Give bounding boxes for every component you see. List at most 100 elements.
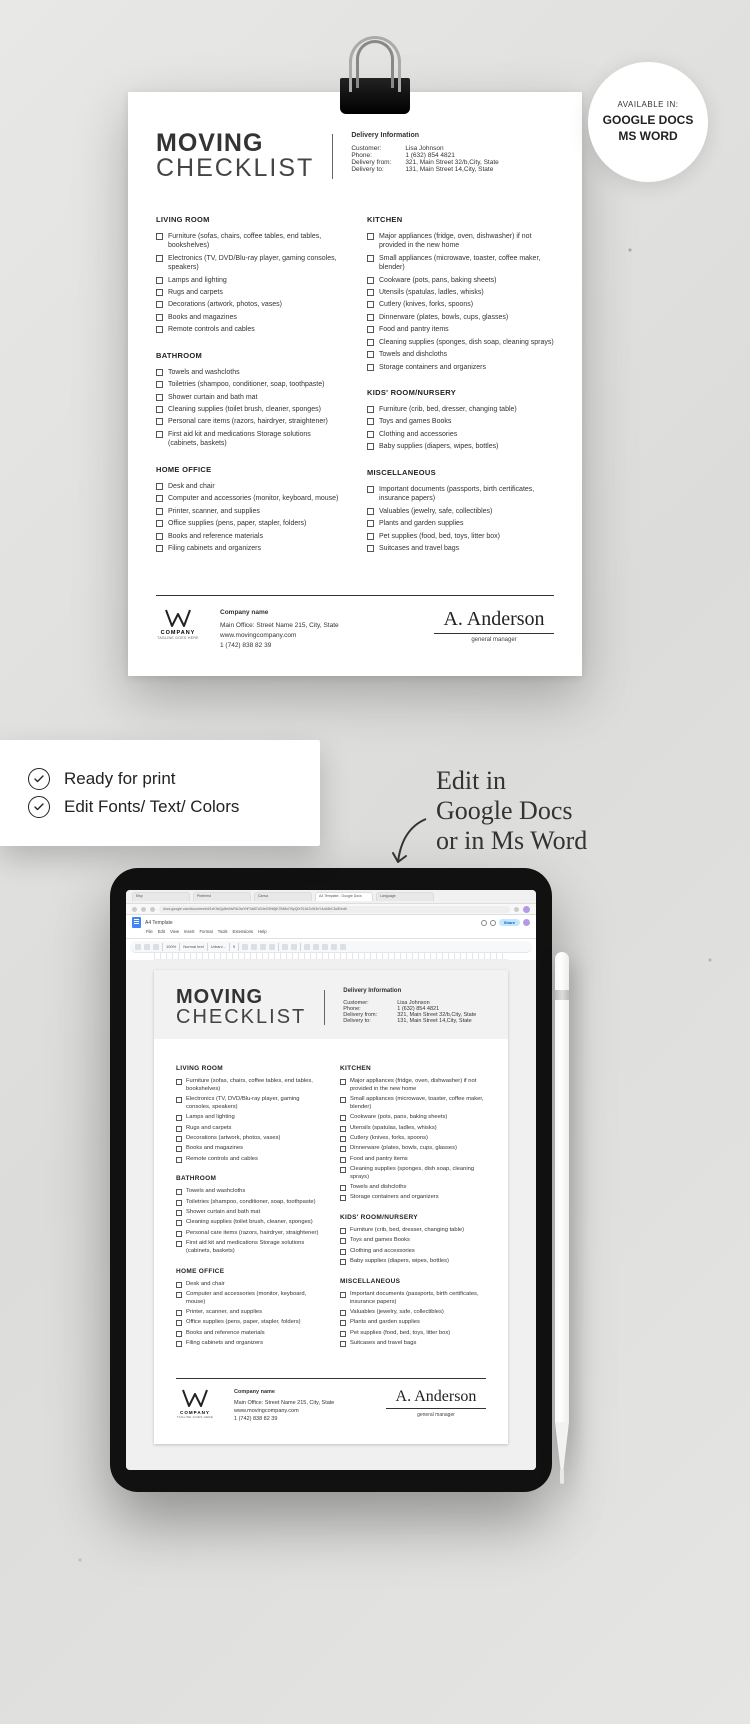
- profile-avatar[interactable]: [523, 906, 530, 913]
- checkbox-icon[interactable]: [176, 1220, 182, 1226]
- align-icon[interactable]: [304, 944, 310, 950]
- checkbox-icon[interactable]: [176, 1189, 182, 1195]
- checkbox-icon[interactable]: [176, 1200, 182, 1206]
- checkbox-icon[interactable]: [367, 520, 374, 527]
- checkbox-icon[interactable]: [367, 533, 374, 540]
- menu-item[interactable]: View: [170, 929, 179, 934]
- checkbox-icon[interactable]: [176, 1146, 182, 1152]
- checkbox-icon[interactable]: [340, 1185, 346, 1191]
- indent-icon[interactable]: [340, 944, 346, 950]
- checkbox-icon[interactable]: [156, 369, 163, 376]
- docs-toolbar[interactable]: 100% Normal text Urbani... 9: [130, 941, 532, 953]
- checkbox-icon[interactable]: [340, 1249, 346, 1255]
- menu-item[interactable]: Format: [199, 929, 212, 934]
- checkbox-icon[interactable]: [176, 1331, 182, 1337]
- font-select[interactable]: Urbani...: [211, 944, 226, 949]
- underline-icon[interactable]: [260, 944, 266, 950]
- print-icon[interactable]: [153, 944, 159, 950]
- checkbox-icon[interactable]: [176, 1231, 182, 1237]
- checkbox-icon[interactable]: [156, 314, 163, 321]
- checkbox-icon[interactable]: [367, 486, 374, 493]
- checkbox-icon[interactable]: [176, 1115, 182, 1121]
- undo-icon[interactable]: [135, 944, 141, 950]
- checkbox-icon[interactable]: [367, 431, 374, 438]
- link-icon[interactable]: [282, 944, 288, 950]
- checkbox-icon[interactable]: [367, 326, 374, 333]
- font-size[interactable]: 9: [233, 944, 235, 949]
- checkbox-icon[interactable]: [156, 301, 163, 308]
- user-avatar[interactable]: [523, 919, 530, 926]
- checkbox-icon[interactable]: [367, 289, 374, 296]
- checkbox-icon[interactable]: [156, 483, 163, 490]
- checkbox-icon[interactable]: [156, 233, 163, 240]
- checkbox-icon[interactable]: [176, 1241, 182, 1247]
- checkbox-icon[interactable]: [340, 1292, 346, 1298]
- checkbox-icon[interactable]: [156, 508, 163, 515]
- checkbox-icon[interactable]: [340, 1259, 346, 1265]
- checkbox-icon[interactable]: [156, 418, 163, 425]
- google-docs-icon[interactable]: [132, 917, 141, 928]
- docs-ruler[interactable]: [154, 953, 508, 960]
- checkbox-icon[interactable]: [340, 1320, 346, 1326]
- checkbox-icon[interactable]: [156, 533, 163, 540]
- checkbox-icon[interactable]: [156, 277, 163, 284]
- checkbox-icon[interactable]: [176, 1136, 182, 1142]
- image-icon[interactable]: [291, 944, 297, 950]
- menu-item[interactable]: Edit: [158, 929, 165, 934]
- checkbox-icon[interactable]: [156, 394, 163, 401]
- checkbox-icon[interactable]: [340, 1310, 346, 1316]
- checkbox-icon[interactable]: [156, 495, 163, 502]
- browser-tab-bar[interactable]: Etsy Pinterest Canva A4 Template - Googl…: [126, 890, 536, 904]
- checkbox-icon[interactable]: [367, 314, 374, 321]
- checkbox-icon[interactable]: [367, 545, 374, 552]
- checkbox-icon[interactable]: [367, 351, 374, 358]
- checkbox-icon[interactable]: [367, 233, 374, 240]
- docs-canvas[interactable]: MOVINGCHECKLISTDelivery InformationCusto…: [126, 960, 536, 1470]
- list-icon[interactable]: [322, 944, 328, 950]
- browser-tab[interactable]: Pinterest: [193, 892, 251, 901]
- checkbox-icon[interactable]: [156, 431, 163, 438]
- browser-url-bar[interactable]: docs.google.com/document/d/1xK9zQp8mNvRt…: [126, 904, 536, 915]
- checkbox-icon[interactable]: [340, 1146, 346, 1152]
- checkbox-icon[interactable]: [176, 1310, 182, 1316]
- checkbox-icon[interactable]: [367, 301, 374, 308]
- checkbox-icon[interactable]: [367, 339, 374, 346]
- italic-icon[interactable]: [251, 944, 257, 950]
- menu-item[interactable]: Help: [258, 929, 267, 934]
- checkbox-icon[interactable]: [340, 1157, 346, 1163]
- checkbox-icon[interactable]: [176, 1292, 182, 1298]
- document-name[interactable]: A4 Template: [145, 920, 173, 926]
- reload-icon[interactable]: [150, 907, 155, 912]
- share-button[interactable]: Share: [499, 919, 520, 926]
- checkbox-icon[interactable]: [340, 1331, 346, 1337]
- line-spacing-icon[interactable]: [313, 944, 319, 950]
- checkbox-icon[interactable]: [340, 1341, 346, 1347]
- text-color-icon[interactable]: [269, 944, 275, 950]
- meet-icon[interactable]: [490, 920, 496, 926]
- checkbox-icon[interactable]: [340, 1079, 346, 1085]
- checkbox-icon[interactable]: [176, 1157, 182, 1163]
- comment-icon[interactable]: [481, 920, 487, 926]
- nav-back-icon[interactable]: [132, 907, 137, 912]
- docs-menu-bar[interactable]: File Edit View Insert Format Tools Extensions H…: [146, 929, 530, 934]
- menu-item[interactable]: File: [146, 929, 153, 934]
- browser-tab[interactable]: Etsy: [132, 892, 190, 901]
- style-select[interactable]: Normal text: [183, 944, 203, 949]
- checkbox-icon[interactable]: [367, 508, 374, 515]
- menu-item[interactable]: Extensions: [233, 929, 253, 934]
- checkbox-icon[interactable]: [367, 255, 374, 262]
- checkbox-icon[interactable]: [156, 545, 163, 552]
- checkbox-icon[interactable]: [176, 1079, 182, 1085]
- checkbox-icon[interactable]: [340, 1115, 346, 1121]
- checkbox-icon[interactable]: [367, 406, 374, 413]
- checkbox-icon[interactable]: [340, 1136, 346, 1142]
- menu-item[interactable]: Insert: [184, 929, 194, 934]
- bold-icon[interactable]: [242, 944, 248, 950]
- checkbox-icon[interactable]: [367, 364, 374, 371]
- menu-item[interactable]: Tools: [218, 929, 228, 934]
- nav-forward-icon[interactable]: [141, 907, 146, 912]
- checkbox-icon[interactable]: [156, 326, 163, 333]
- checkbox-icon[interactable]: [176, 1341, 182, 1347]
- checkbox-icon[interactable]: [367, 418, 374, 425]
- browser-tab[interactable]: Language: [376, 892, 434, 901]
